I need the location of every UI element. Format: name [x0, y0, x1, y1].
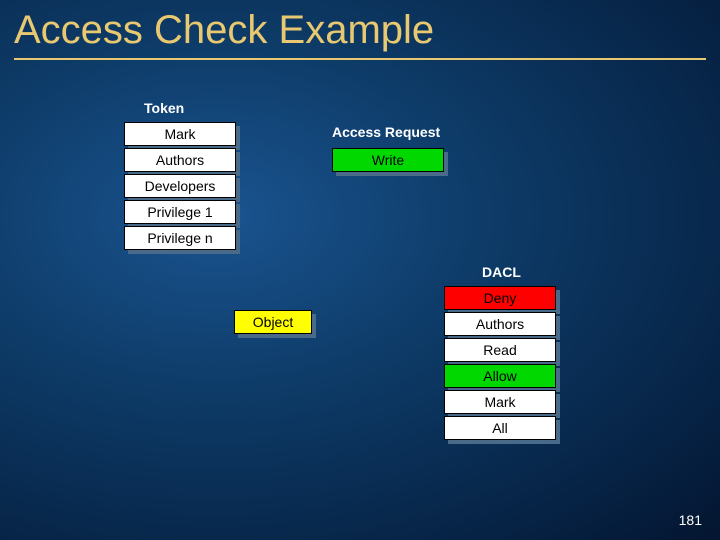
token-item-privilege-n: Privilege n — [124, 226, 236, 250]
dacl-label: DACL — [482, 264, 521, 280]
slide-title: Access Check Example — [14, 8, 434, 53]
token-item-mark: Mark — [124, 122, 236, 146]
page-number: 181 — [679, 512, 702, 528]
title-underline — [14, 58, 706, 60]
dacl-entry-all: All — [444, 416, 556, 440]
dacl-entry-allow: Allow — [444, 364, 556, 388]
object-box: Object — [234, 310, 312, 334]
access-request-value: Write — [332, 148, 444, 172]
token-label: Token — [144, 100, 184, 116]
access-request-label: Access Request — [332, 124, 440, 140]
dacl-entry-deny: Deny — [444, 286, 556, 310]
dacl-entry-mark: Mark — [444, 390, 556, 414]
dacl-entry-read: Read — [444, 338, 556, 362]
token-item-developers: Developers — [124, 174, 236, 198]
dacl-entry-authors: Authors — [444, 312, 556, 336]
token-item-privilege-1: Privilege 1 — [124, 200, 236, 224]
token-item-authors: Authors — [124, 148, 236, 172]
